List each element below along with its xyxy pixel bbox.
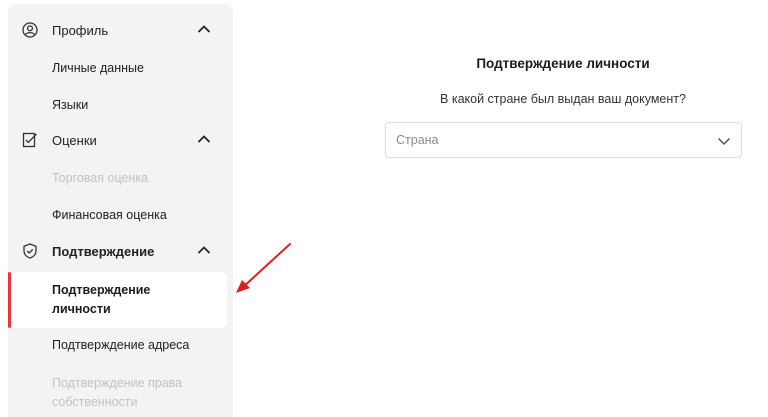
sidebar-item-label: Подтверждение адреса (52, 338, 190, 352)
annotation-arrow (236, 243, 291, 293)
chevron-up-icon[interactable] (197, 134, 211, 144)
sidebar-section-ratings[interactable]: Оценки (8, 122, 233, 158)
sidebar-item-languages[interactable]: Языки (8, 93, 233, 117)
label-line-1: Подтверждение (52, 283, 151, 297)
sidebar-section-label: Подтверждение (52, 243, 155, 259)
settings-sidebar: Профиль Личные данные Языки Оценки Торго… (8, 4, 233, 417)
label-line-2: собственности (52, 395, 138, 409)
sidebar-item-ownership-verification: Подтверждение права собственности (8, 371, 233, 415)
chevron-up-icon[interactable] (197, 24, 211, 34)
sidebar-section-verification[interactable]: Подтверждение (8, 233, 233, 269)
sidebar-item-label: Финансовая оценка (52, 208, 167, 222)
sidebar-item-label: Подтверждение права собственности (52, 374, 182, 412)
country-question: В какой стране был выдан ваш документ? (440, 92, 686, 106)
label-line-2: личности (52, 302, 111, 316)
chevron-down-icon (717, 137, 731, 146)
checklist-icon (22, 132, 37, 148)
active-indicator (8, 272, 11, 328)
sidebar-item-financial-rating[interactable]: Финансовая оценка (8, 203, 233, 227)
sidebar-item-trading-rating: Торговая оценка (8, 166, 233, 190)
user-circle-icon (22, 22, 38, 38)
sidebar-item-label: Языки (52, 98, 89, 112)
sidebar-item-address-verification[interactable]: Подтверждение адреса (8, 333, 233, 357)
sidebar-item-personal-data[interactable]: Личные данные (8, 56, 233, 80)
country-select-placeholder: Страна (396, 133, 439, 147)
sidebar-item-label: Торговая оценка (52, 171, 149, 185)
sidebar-item-label: Личные данные (52, 61, 144, 75)
label-line-1: Подтверждение права (52, 376, 183, 390)
sidebar-item-label: Подтверждение личности (52, 281, 150, 319)
sidebar-section-label: Оценки (52, 132, 97, 148)
page-title: Подтверждение личности (476, 56, 650, 71)
sidebar-section-profile[interactable]: Профиль (8, 12, 233, 48)
shield-check-icon (23, 243, 37, 259)
sidebar-section-label: Профиль (52, 22, 109, 38)
country-select[interactable]: Страна (385, 122, 742, 158)
sidebar-item-identity-verification[interactable]: Подтверждение личности (8, 272, 227, 328)
chevron-up-icon[interactable] (197, 245, 211, 255)
